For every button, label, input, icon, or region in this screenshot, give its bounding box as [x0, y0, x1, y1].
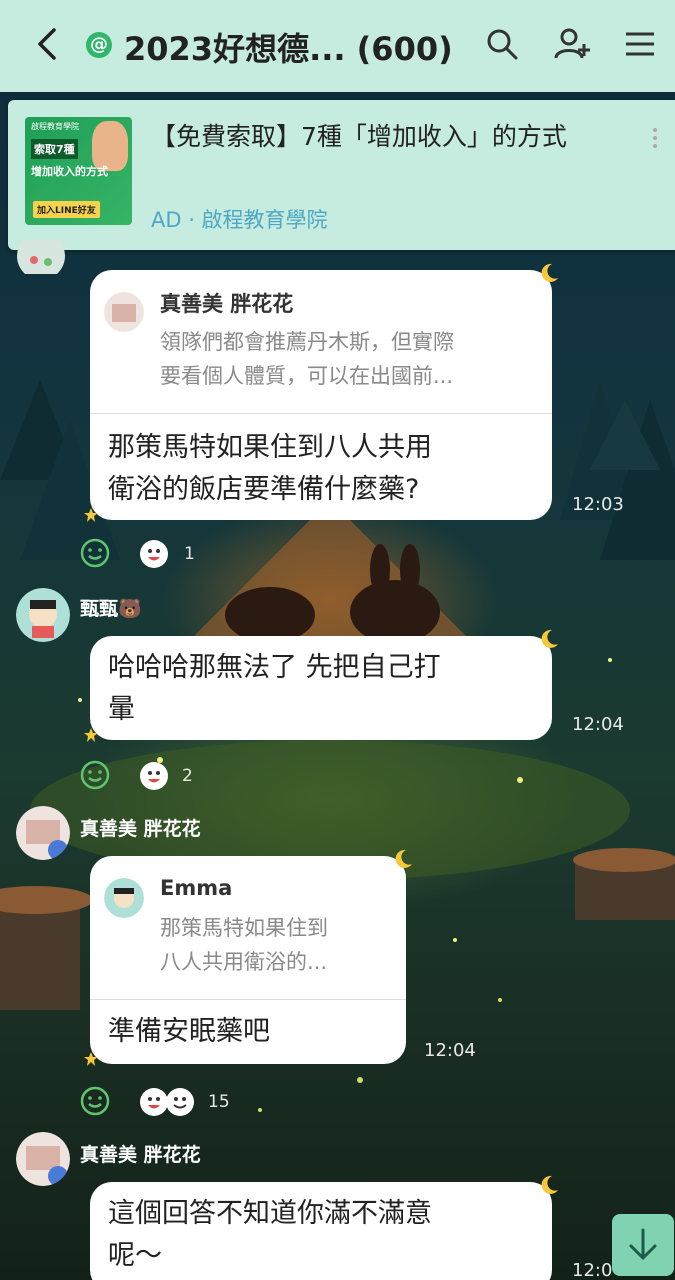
- message-text-line2: 呢～: [108, 1240, 162, 1271]
- reaction-bar: 2: [80, 760, 220, 792]
- message-bubble[interactable]: 這個回答不知道你滿不滿意 呢～: [90, 1175, 558, 1280]
- message-bubble[interactable]: Emma 那策馬特如果住到 八人共用衛浴的... 準備安眠藥吧: [84, 849, 412, 1066]
- reply-sender-name: 真善美 胖花花: [160, 292, 294, 316]
- grin-reaction-icon[interactable]: [166, 1088, 194, 1116]
- reply-preview-line1: 那策馬特如果住到: [160, 916, 328, 940]
- star-icon: [84, 1052, 98, 1066]
- message-bubble[interactable]: 哈哈哈那無法了 先把自己打 暈: [84, 629, 558, 742]
- message-text-line1: 準備安眠藥吧: [108, 1016, 270, 1047]
- message-text-line1: 那策馬特如果住到八人共用: [108, 432, 432, 463]
- sender-avatar[interactable]: [16, 806, 70, 860]
- add-reaction-icon[interactable]: [80, 1086, 110, 1116]
- sender-name: 真善美 胖花花: [80, 818, 201, 840]
- mention-badge[interactable]: @: [86, 32, 112, 58]
- reply-quote[interactable]: 真善美 胖花花 領隊們都會推薦丹木斯，但實際 要看個人體質，可以在出國前...: [90, 270, 552, 414]
- message-text-line1: 哈哈哈那無法了 先把自己打: [108, 652, 441, 683]
- message-timestamp: 12:0: [572, 1260, 613, 1280]
- reply-avatar: [104, 878, 144, 918]
- sender-name: 真善美 胖花花: [80, 1144, 201, 1166]
- ad-thumb-line2: 增加收入的方式: [31, 165, 108, 178]
- arrow-down-icon: [629, 1228, 657, 1260]
- moon-icon: [541, 629, 558, 648]
- laugh-reaction-icon[interactable]: [140, 762, 168, 790]
- reaction-bar: 15: [80, 1086, 260, 1118]
- reply-preview-line2: 要看個人體質，可以在出國前...: [160, 364, 454, 388]
- reply-avatar: [104, 292, 144, 332]
- back-icon[interactable]: [30, 24, 66, 64]
- avatar[interactable]: [16, 240, 66, 274]
- ad-thumb-brand: 啟程教育學院: [31, 122, 79, 131]
- reaction-count: 15: [208, 1092, 230, 1112]
- ad-thumb-line1: 索取7種: [31, 139, 78, 159]
- ad-sponsor[interactable]: AD · 啟程教育學院: [151, 204, 328, 234]
- ad-thumbnail[interactable]: 啟程教育學院 索取7種 增加收入的方式 加入LINE好友: [25, 117, 132, 225]
- sender-name: 甄甄🐻: [80, 598, 142, 620]
- chat-header: @ 2023好想德... (600): [0, 0, 675, 92]
- moon-icon: [541, 1175, 558, 1194]
- reply-preview-line2: 八人共用衛浴的...: [160, 950, 328, 974]
- message-timestamp: 12:04: [424, 1040, 476, 1061]
- reply-quote[interactable]: Emma 那策馬特如果住到 八人共用衛浴的...: [90, 856, 406, 1000]
- sender-avatar[interactable]: [16, 1132, 70, 1186]
- message-bubble[interactable]: 真善美 胖花花 領隊們都會推薦丹木斯，但實際 要看個人體質，可以在出國前... …: [84, 263, 558, 522]
- add-reaction-icon[interactable]: [80, 538, 110, 568]
- menu-icon[interactable]: [620, 24, 660, 64]
- ad-thumb-cta: 加入LINE好友: [33, 201, 100, 218]
- more-options-icon[interactable]: [651, 126, 659, 150]
- message-timestamp: 12:04: [572, 714, 624, 735]
- add-reaction-icon[interactable]: [80, 760, 110, 790]
- message-timestamp: 12:03: [572, 494, 624, 515]
- message-text-line2: 暈: [108, 694, 135, 725]
- reaction-count: 2: [182, 766, 193, 786]
- scroll-to-bottom-button[interactable]: [612, 1214, 674, 1276]
- search-icon[interactable]: [482, 24, 522, 64]
- star-icon: [84, 728, 98, 742]
- ad-banner[interactable]: 啟程教育學院 索取7種 增加收入的方式 加入LINE好友 【免費索取】7種「增加…: [8, 100, 675, 250]
- reply-sender-name: Emma: [160, 876, 233, 900]
- laugh-reaction-icon[interactable]: [140, 540, 168, 568]
- reaction-count: 1: [184, 544, 195, 564]
- reaction-bar: 1: [80, 538, 220, 570]
- message-text-line1: 這個回答不知道你滿不滿意: [108, 1198, 432, 1229]
- sender-avatar[interactable]: [16, 588, 70, 642]
- laugh-reaction-icon[interactable]: [140, 1088, 168, 1116]
- star-icon: [84, 508, 98, 522]
- add-friend-icon[interactable]: [552, 24, 592, 64]
- chat-title[interactable]: 2023好想德... (600): [124, 24, 464, 70]
- reply-preview-line1: 領隊們都會推薦丹木斯，但實際: [160, 330, 454, 354]
- ad-title[interactable]: 【免費索取】7種「增加收入」的方式: [151, 118, 631, 156]
- message-text-line2: 衛浴的飯店要準備什麼藥?: [108, 474, 420, 505]
